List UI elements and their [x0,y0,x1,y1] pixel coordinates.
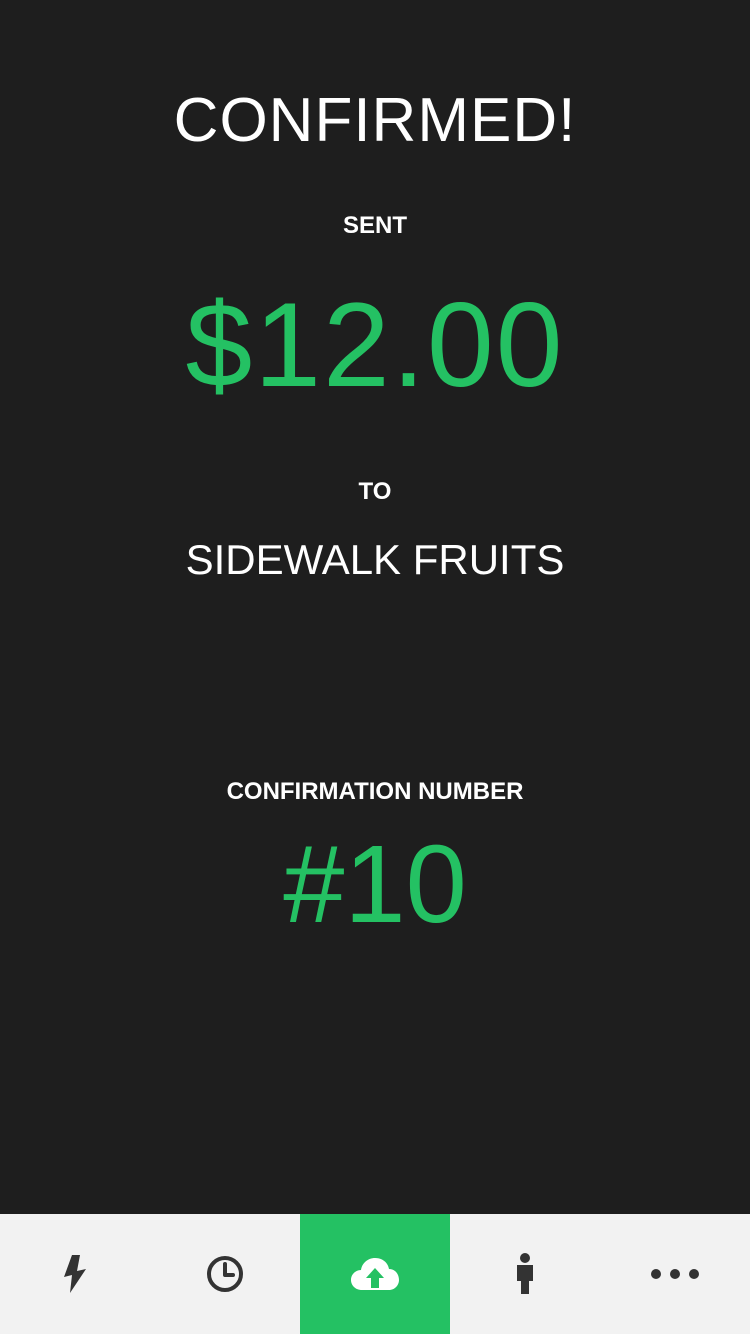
clock-icon [205,1254,245,1294]
confirmation-number-label: CONFIRMATION NUMBER [226,778,524,805]
lightning-icon [60,1253,90,1295]
recipient-name: SIDEWALK FRUITS [185,536,565,583]
bottom-tab-bar [0,1214,750,1334]
tab-profile[interactable] [450,1214,600,1334]
confirmation-number-value: #10 [283,823,467,946]
sent-label: SENT [342,212,407,239]
more-icon [650,1268,700,1280]
page-title: CONFIRMED! [173,86,577,155]
tab-more[interactable] [600,1214,750,1334]
tab-history[interactable] [150,1214,300,1334]
amount-value: $12.00 [185,278,565,412]
to-label: TO [358,478,392,505]
cloud-upload-icon [350,1256,400,1292]
confirmation-screen: CONFIRMED! SENT $12.00 TO SIDEWALK FRUIT… [0,0,750,1334]
tab-activity[interactable] [0,1214,150,1334]
tab-send[interactable] [300,1214,450,1334]
person-icon [514,1253,536,1295]
